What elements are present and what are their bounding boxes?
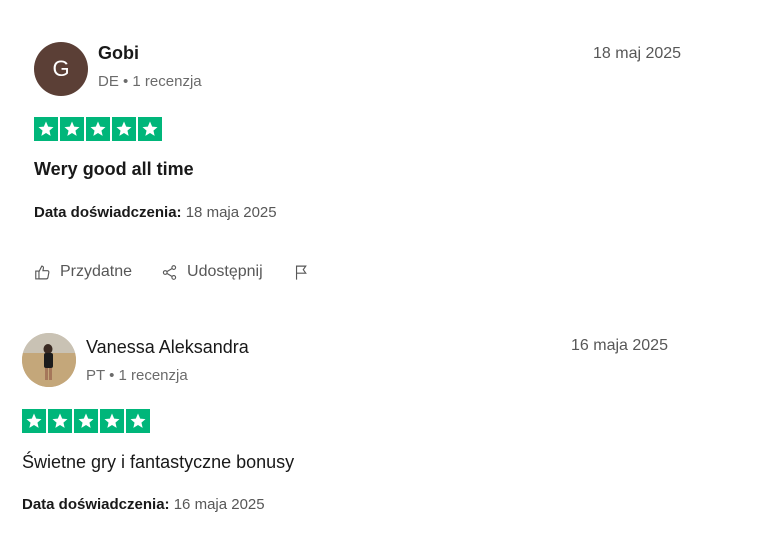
review-title[interactable]: Świetne gry i fantastyczne bonusy bbox=[22, 452, 294, 473]
review-title[interactable]: Wery good all time bbox=[34, 159, 194, 180]
review-date: 18 maj 2025 bbox=[593, 45, 682, 62]
star-icon bbox=[126, 409, 150, 433]
star-rating bbox=[34, 117, 162, 141]
share-button[interactable]: Udostępnij bbox=[161, 263, 263, 281]
report-button[interactable] bbox=[293, 264, 310, 281]
share-label: Udostępnij bbox=[187, 263, 263, 280]
reviewer-meta: PT • 1 recenzja bbox=[86, 367, 188, 384]
helpful-label: Przydatne bbox=[60, 263, 133, 280]
experience-date: Data doświadczenia: 18 maja 2025 bbox=[34, 204, 277, 221]
star-icon bbox=[112, 117, 136, 141]
star-rating bbox=[22, 409, 150, 433]
review-actions: Przydatne Udostępnij bbox=[34, 263, 310, 281]
flag-icon bbox=[295, 265, 307, 280]
avatar-photo-image bbox=[22, 333, 76, 387]
share-icon bbox=[162, 264, 177, 280]
star-icon bbox=[86, 117, 110, 141]
star-icon bbox=[60, 117, 84, 141]
experience-value: 16 maja 2025 bbox=[173, 496, 265, 513]
avatar[interactable]: G bbox=[34, 42, 88, 96]
star-icon bbox=[100, 409, 124, 433]
experience-date: Data doświadczenia: 16 maja 2025 bbox=[22, 496, 265, 513]
star-icon bbox=[22, 409, 46, 433]
reviewer-meta: DE • 1 recenzja bbox=[98, 73, 202, 90]
star-icon bbox=[138, 117, 162, 141]
experience-label: Data doświadczenia: bbox=[22, 496, 170, 513]
reviewer-name[interactable]: Vanessa Aleksandra bbox=[86, 337, 249, 358]
reviewer-name[interactable]: Gobi bbox=[98, 43, 139, 64]
thumbs-up-icon bbox=[35, 265, 50, 279]
star-icon bbox=[48, 409, 72, 433]
experience-label: Data doświadczenia: bbox=[34, 204, 182, 221]
experience-value: 18 maja 2025 bbox=[185, 204, 277, 221]
avatar[interactable] bbox=[22, 333, 76, 387]
helpful-button[interactable]: Przydatne bbox=[34, 263, 132, 281]
star-icon bbox=[74, 409, 98, 433]
review-date: 16 maja 2025 bbox=[571, 337, 668, 354]
star-icon bbox=[34, 117, 58, 141]
